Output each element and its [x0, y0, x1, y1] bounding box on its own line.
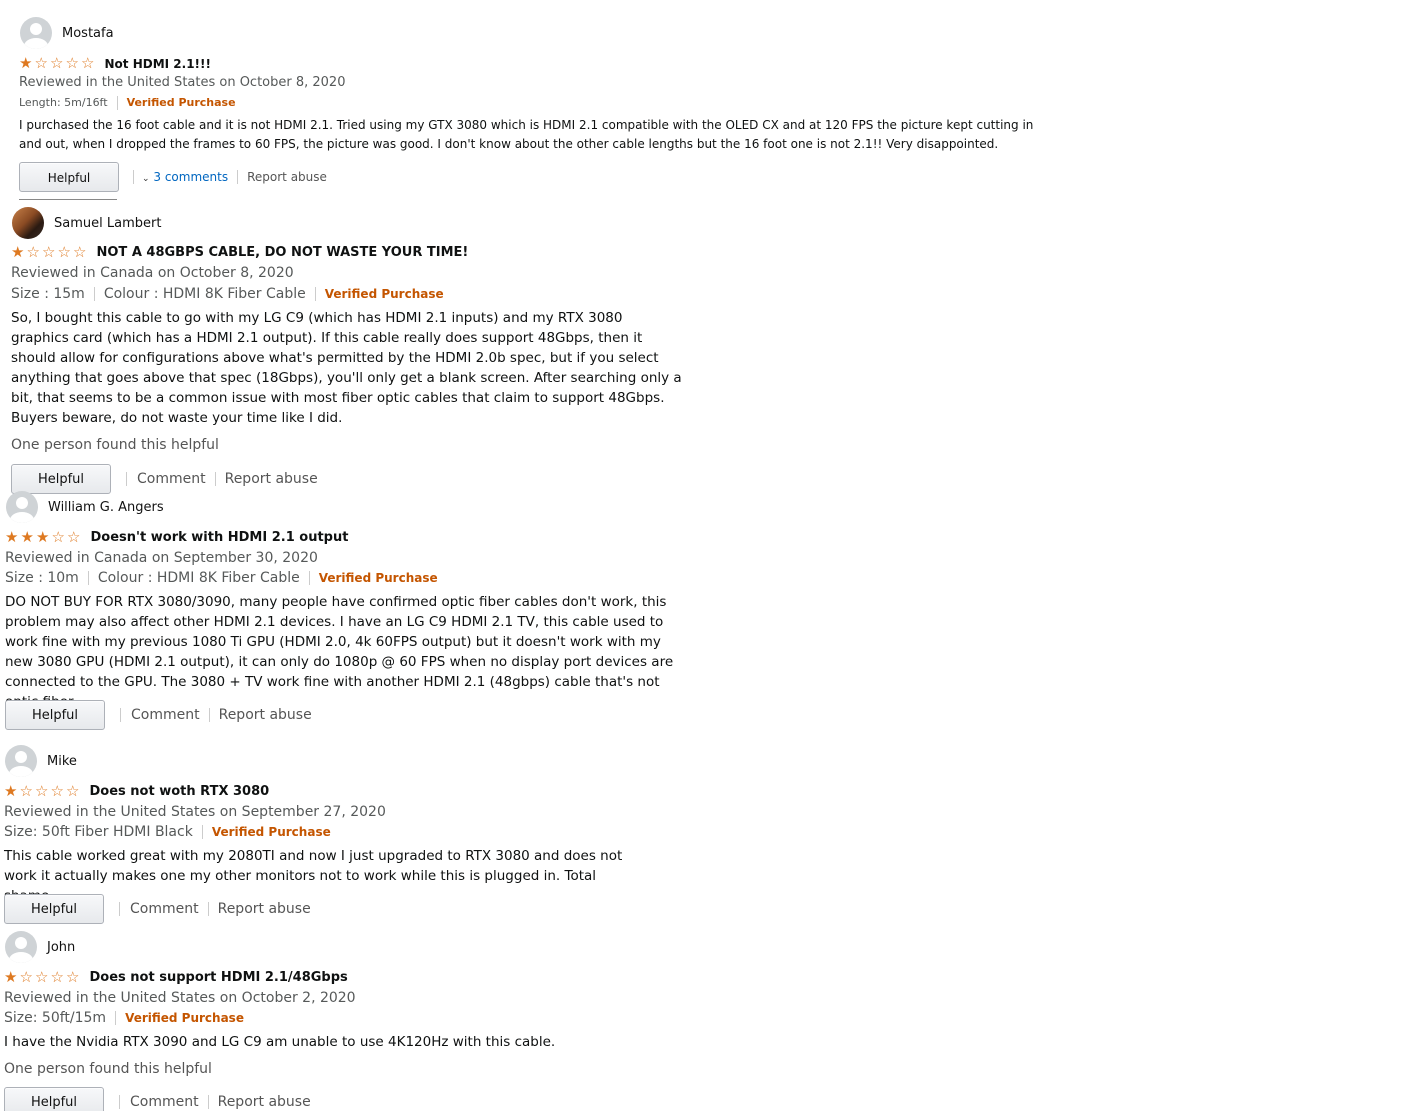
reviewer-name: John [47, 939, 76, 955]
star-rating-icon: ★ ☆ ☆ ☆ ☆ [4, 782, 80, 800]
reviewer-profile[interactable]: John [5, 931, 75, 963]
star-rating-icon: ★ ☆ ☆ ☆ ☆ [11, 243, 87, 261]
verified-purchase-badge: Verified Purchase [324, 287, 444, 301]
review-mostafa: Mostafa ★ ☆ ☆ ☆ ☆ Not HDMI 2.1!!! Reviewed i… [0, 0, 1413, 200]
reviewer-name: Samuel Lambert [54, 215, 162, 231]
review-actions: Helpful ⌄ 3 comments Report abuse [19, 162, 327, 192]
review-body: I purchased the 16 foot cable and it is … [19, 118, 1034, 151]
variant-size[interactable]: Size : 15m [11, 286, 85, 302]
helpful-count: One person found this helpful [11, 437, 219, 453]
variant-size[interactable]: Size : 10m [5, 570, 79, 586]
review-variant: Size : 15m Colour : HDMI 8K Fiber Cable Ve… [11, 286, 444, 302]
review-body: I have the Nvidia RTX 3090 and LG C9 am … [4, 1034, 556, 1050]
variant-colour[interactable]: Colour : HDMI 8K Fiber Cable [98, 570, 300, 586]
reviewer-profile[interactable]: Mike [5, 745, 77, 777]
avatar [20, 17, 52, 49]
helpful-button[interactable]: Helpful [4, 1087, 104, 1111]
avatar [5, 931, 37, 963]
review-title[interactable]: Does not support HDMI 2.1/48Gbps [90, 970, 348, 985]
star-rating-icon: ★ ★ ★ ☆ ☆ [5, 528, 81, 546]
comment-link[interactable]: Comment [130, 1094, 199, 1110]
review-actions: Helpful Comment Report abuse [4, 1087, 311, 1111]
review-body: So, I bought this cable to go with my LG… [11, 310, 682, 426]
review-title[interactable]: Doesn't work with HDMI 2.1 output [91, 530, 349, 545]
review-date: Reviewed in the United States on Septemb… [4, 804, 386, 820]
helpful-count: One person found this helpful [4, 1061, 212, 1077]
comments-toggle[interactable]: ⌄ 3 comments [142, 170, 228, 184]
helpful-button[interactable]: Helpful [4, 894, 104, 924]
comment-link[interactable]: Comment [130, 901, 199, 917]
review-date: Reviewed in Canada on October 8, 2020 [11, 265, 294, 281]
variant-colour[interactable]: Colour : HDMI 8K Fiber Cable [104, 286, 306, 302]
avatar [12, 207, 44, 239]
review-date: Reviewed in Canada on September 30, 2020 [5, 550, 318, 566]
review-date: Reviewed in the United States on October… [4, 990, 356, 1006]
avatar [6, 491, 38, 523]
avatar [5, 745, 37, 777]
variant-size[interactable]: Size: 50ft Fiber HDMI Black [4, 824, 193, 840]
report-abuse-link[interactable]: Report abuse [218, 1094, 311, 1110]
review-william-angers: William G. Angers ★ ★ ★ ☆ ☆ Doesn't work wit… [0, 490, 1413, 735]
review-variant: Length: 5m/16ft Verified Purchase [19, 96, 236, 110]
review-variant: Size: 50ft Fiber HDMI Black Verified Purc… [4, 824, 331, 840]
review-date: Reviewed in the United States on October… [19, 75, 346, 90]
review-variant: Size : 10m Colour : HDMI 8K Fiber Cable Ve… [5, 570, 438, 586]
variant-size[interactable]: Size: 50ft/15m [4, 1010, 106, 1026]
review-samuel-lambert: Samuel Lambert ★ ☆ ☆ ☆ ☆ NOT A 48GBPS CABLE,… [0, 200, 1413, 494]
comments-count: 3 comments [153, 170, 229, 184]
review-title[interactable]: NOT A 48GBPS CABLE, DO NOT WASTE YOUR TI… [97, 245, 469, 260]
review-body: DO NOT BUY FOR RTX 3080/3090, many peopl… [5, 594, 674, 710]
report-abuse-link[interactable]: Report abuse [219, 707, 312, 723]
review-title-line: ★ ★ ★ ☆ ☆ Doesn't work with HDMI 2.1 output [5, 528, 349, 546]
reviewer-profile[interactable]: Mostafa [20, 17, 114, 49]
verified-purchase-badge: Verified Purchase [318, 571, 438, 585]
review-actions: Helpful Comment Report abuse [4, 894, 311, 924]
review-title-line: ★ ☆ ☆ ☆ ☆ Does not support HDMI 2.1/48Gbps [4, 968, 348, 986]
reviewer-name: Mike [47, 753, 77, 769]
report-abuse-link[interactable]: Report abuse [218, 901, 311, 917]
report-abuse-link[interactable]: Report abuse [247, 170, 327, 184]
review-title-line: ★ ☆ ☆ ☆ ☆ NOT A 48GBPS CABLE, DO NOT WASTE Y… [11, 243, 469, 261]
report-abuse-link[interactable]: Report abuse [225, 471, 318, 487]
verified-purchase-badge: Verified Purchase [126, 96, 236, 109]
star-rating-icon: ★ ☆ ☆ ☆ ☆ [4, 968, 80, 986]
helpful-button[interactable]: Helpful [19, 162, 119, 192]
reviewer-name: Mostafa [62, 25, 114, 41]
review-title-line: ★ ☆ ☆ ☆ ☆ Does not woth RTX 3080 [4, 782, 270, 800]
reviewer-name: William G. Angers [48, 499, 164, 515]
review-title[interactable]: Not HDMI 2.1!!! [105, 57, 211, 71]
comment-link[interactable]: Comment [137, 471, 206, 487]
reviewer-profile[interactable]: Samuel Lambert [12, 207, 161, 239]
review-mike: Mike ★ ☆ ☆ ☆ ☆ Does not woth RTX 3080 Review… [0, 735, 1413, 930]
review-actions: Helpful Comment Report abuse [5, 700, 312, 730]
verified-purchase-badge: Verified Purchase [125, 1011, 244, 1025]
review-john: John ★ ☆ ☆ ☆ ☆ Does not support HDMI 2.1/48G… [0, 928, 1413, 1111]
verified-purchase-badge: Verified Purchase [211, 825, 331, 839]
review-title[interactable]: Does not woth RTX 3080 [90, 784, 270, 799]
variant-length[interactable]: Length: 5m/16ft [19, 96, 108, 109]
review-variant: Size: 50ft/15m Verified Purchase [4, 1010, 244, 1026]
reviewer-profile[interactable]: William G. Angers [6, 491, 164, 523]
comment-link[interactable]: Comment [131, 707, 200, 723]
star-rating-icon: ★ ☆ ☆ ☆ ☆ [19, 54, 95, 72]
helpful-button[interactable]: Helpful [5, 700, 105, 730]
chevron-down-icon: ⌄ [142, 174, 150, 184]
review-title-line: ★ ☆ ☆ ☆ ☆ Not HDMI 2.1!!! [19, 56, 211, 71]
